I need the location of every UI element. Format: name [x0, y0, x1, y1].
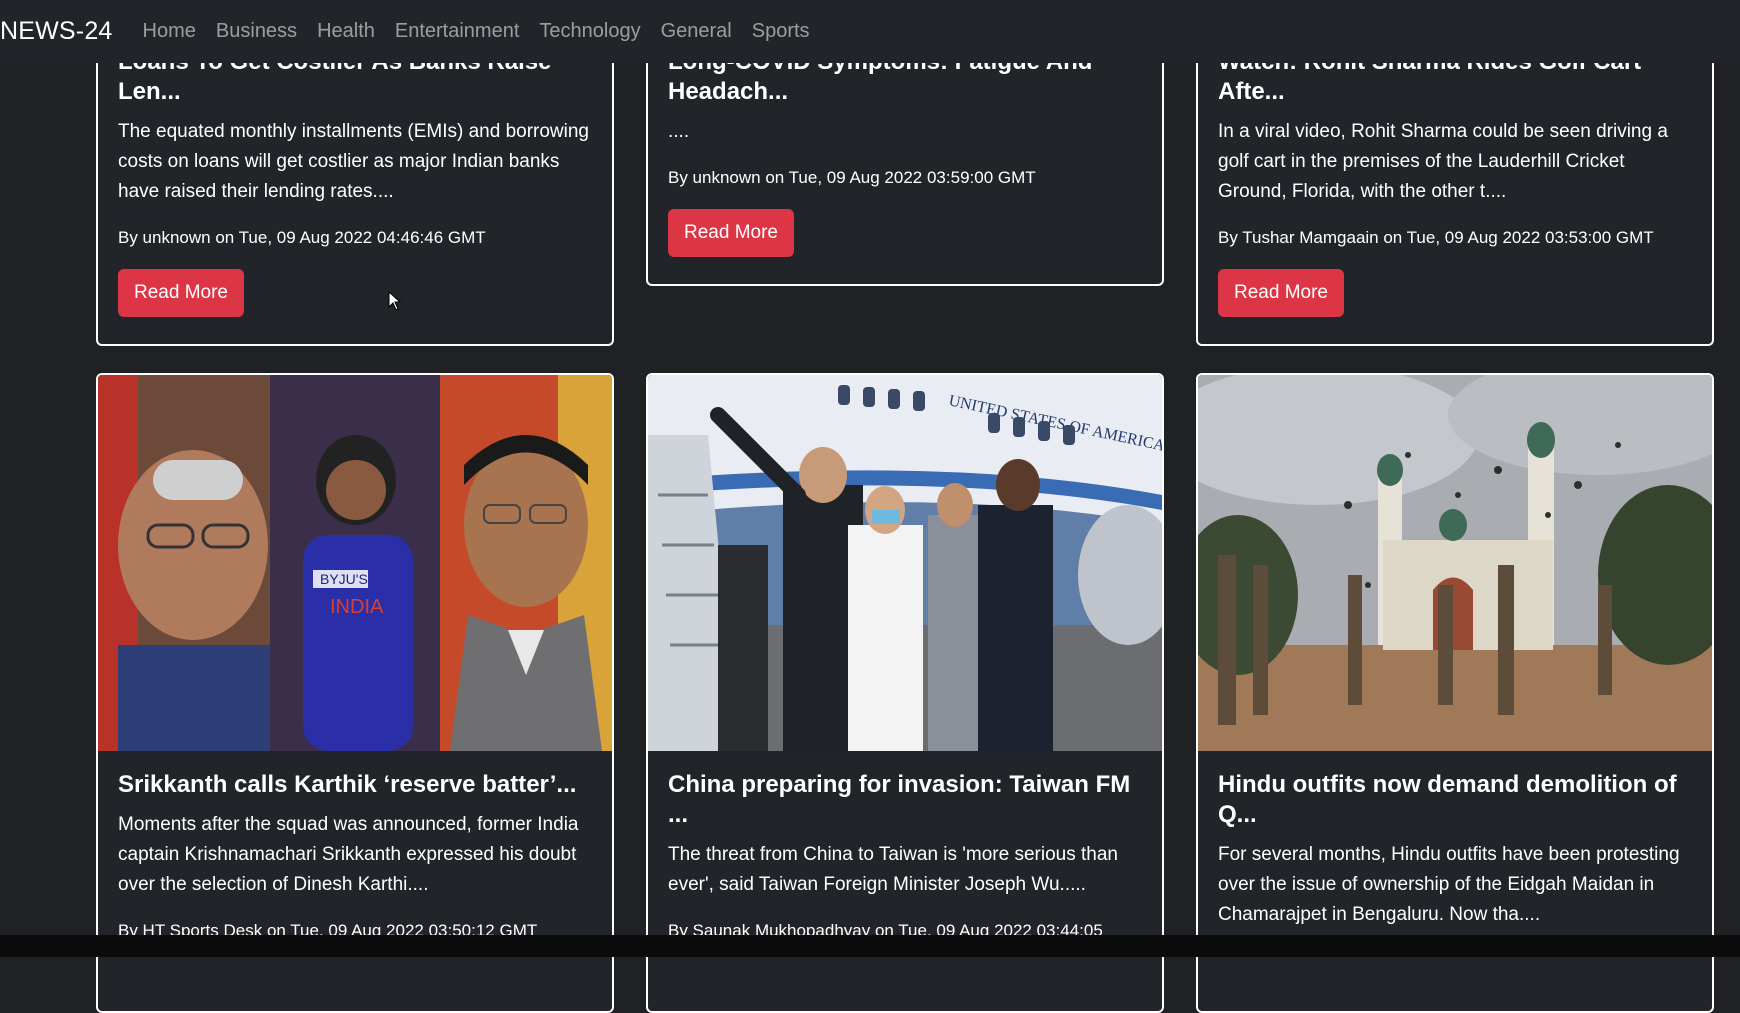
card-title-line: Len... [118, 78, 181, 105]
card-body: Hindu outfits now demand demolition of Q… [1198, 751, 1712, 930]
news-card: UNITED STATES OF AMERICA China preparing… [646, 373, 1164, 1013]
jersey-country-text: INDIA [330, 596, 384, 618]
news-card: Hindu outfits now demand demolition of Q… [1196, 373, 1714, 1013]
read-more-button[interactable]: Read More [668, 209, 794, 257]
card-image[interactable]: BYJU'S INDIA [98, 375, 612, 751]
card-description: In a viral video, Rohit Sharma could be … [1218, 121, 1668, 202]
card-description: For several months, Hindu outfits have b… [1218, 844, 1680, 925]
news-card: BYJU'S INDIA Srikkanth calls Karthik ‘re… [96, 373, 614, 1013]
card-body: Srikkanth calls Karthik ‘reserve batter’… [98, 751, 612, 943]
nav-link-business[interactable]: Business [216, 20, 297, 43]
card-image[interactable]: UNITED STATES OF AMERICA [648, 375, 1162, 751]
airplane-photo: UNITED STATES OF AMERICA [648, 375, 1162, 751]
card-byline: By unknown on Tue, 09 Aug 2022 04:46:46 … [118, 228, 486, 247]
nav-link-sports[interactable]: Sports [752, 20, 810, 43]
card-title[interactable]: China preparing for invasion: Taiwan FM … [668, 770, 1142, 830]
mouse-pointer-icon [388, 291, 402, 311]
card-body: China preparing for invasion: Taiwan FM … [648, 751, 1162, 943]
nav-link-health[interactable]: Health [317, 20, 375, 43]
card-byline: By Tushar Mamgaain on Tue, 09 Aug 2022 0… [1218, 228, 1654, 247]
nav-link-home[interactable]: Home [143, 20, 196, 43]
card-title-line: Headach... [668, 78, 789, 105]
card-image[interactable] [1198, 375, 1712, 751]
mosque-photo [1198, 375, 1712, 751]
card-byline: By unknown on Tue, 09 Aug 2022 03:59:00 … [668, 168, 1036, 187]
card-title[interactable]: Hindu outfits now demand demolition of Q… [1218, 770, 1692, 830]
read-more-button[interactable]: Read More [1218, 269, 1344, 317]
card-description: The equated monthly installments (EMIs) … [118, 121, 590, 202]
read-more-button[interactable]: Read More [118, 269, 244, 317]
card-description: Moments after the squad was announced, f… [118, 814, 579, 895]
nav-link-entertainment[interactable]: Entertainment [395, 20, 520, 43]
top-navbar: NEWS-24 Home Business Health Entertainme… [0, 0, 1740, 63]
nav-link-technology[interactable]: Technology [539, 20, 640, 43]
jersey-sponsor-text: BYJU'S [320, 571, 368, 587]
taskbar-edge [0, 935, 1740, 957]
brand-logo[interactable]: NEWS-24 [0, 17, 113, 46]
card-description: The threat from China to Taiwan is 'more… [668, 844, 1118, 895]
card-title-line: Afte... [1218, 78, 1285, 105]
card-description: .... [668, 121, 690, 142]
nav-link-general[interactable]: General [661, 20, 732, 43]
card-title[interactable]: Srikkanth calls Karthik ‘reserve batter’… [118, 770, 592, 800]
cricket-photo: BYJU'S INDIA [98, 375, 612, 751]
